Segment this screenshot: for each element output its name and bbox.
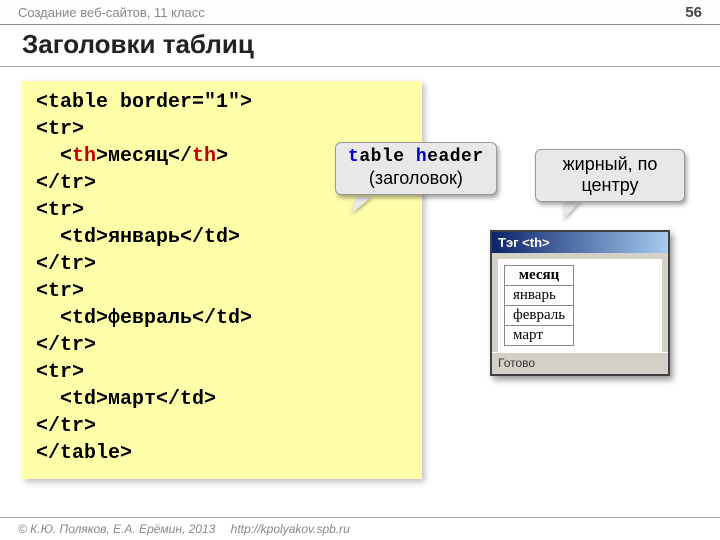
- preview-th: месяц: [505, 266, 574, 286]
- preview-td: февраль: [505, 306, 574, 326]
- content-area: <table border="1"> <tr> <th>месяц</th> <…: [0, 67, 720, 479]
- browser-titlebar: Тэг <th>: [492, 232, 668, 253]
- callout-bold-center: жирный, по центру: [535, 149, 685, 202]
- preview-td: март: [505, 326, 574, 346]
- code-block: <table border="1"> <tr> <th>месяц</th> <…: [22, 81, 422, 479]
- slide-title: Заголовки таблиц: [0, 25, 720, 67]
- slide-footer: © К.Ю. Поляков, Е.А. Ерёмин, 2013 http:/…: [0, 517, 720, 540]
- callout-sub: (заголовок): [348, 168, 484, 189]
- callout-mono-line: table header: [348, 147, 484, 168]
- slide-header: Создание веб-сайтов, 11 класс 56: [0, 0, 720, 25]
- preview-td: январь: [505, 286, 574, 306]
- course-label: Создание веб-сайтов, 11 класс: [18, 5, 205, 20]
- copyright: © К.Ю. Поляков, Е.А. Ерёмин, 2013: [18, 522, 215, 536]
- browser-preview: Тэг <th> месяц январь февраль март Готов…: [490, 230, 670, 376]
- callout-tail: [556, 201, 580, 219]
- footer-url: http://kpolyakov.spb.ru: [231, 522, 350, 536]
- page-number: 56: [685, 4, 702, 21]
- preview-table: месяц январь февраль март: [504, 265, 574, 346]
- browser-status: Готово: [492, 352, 668, 374]
- callout-table-header: table header (заголовок): [335, 142, 497, 195]
- browser-body: месяц январь февраль март: [498, 259, 662, 352]
